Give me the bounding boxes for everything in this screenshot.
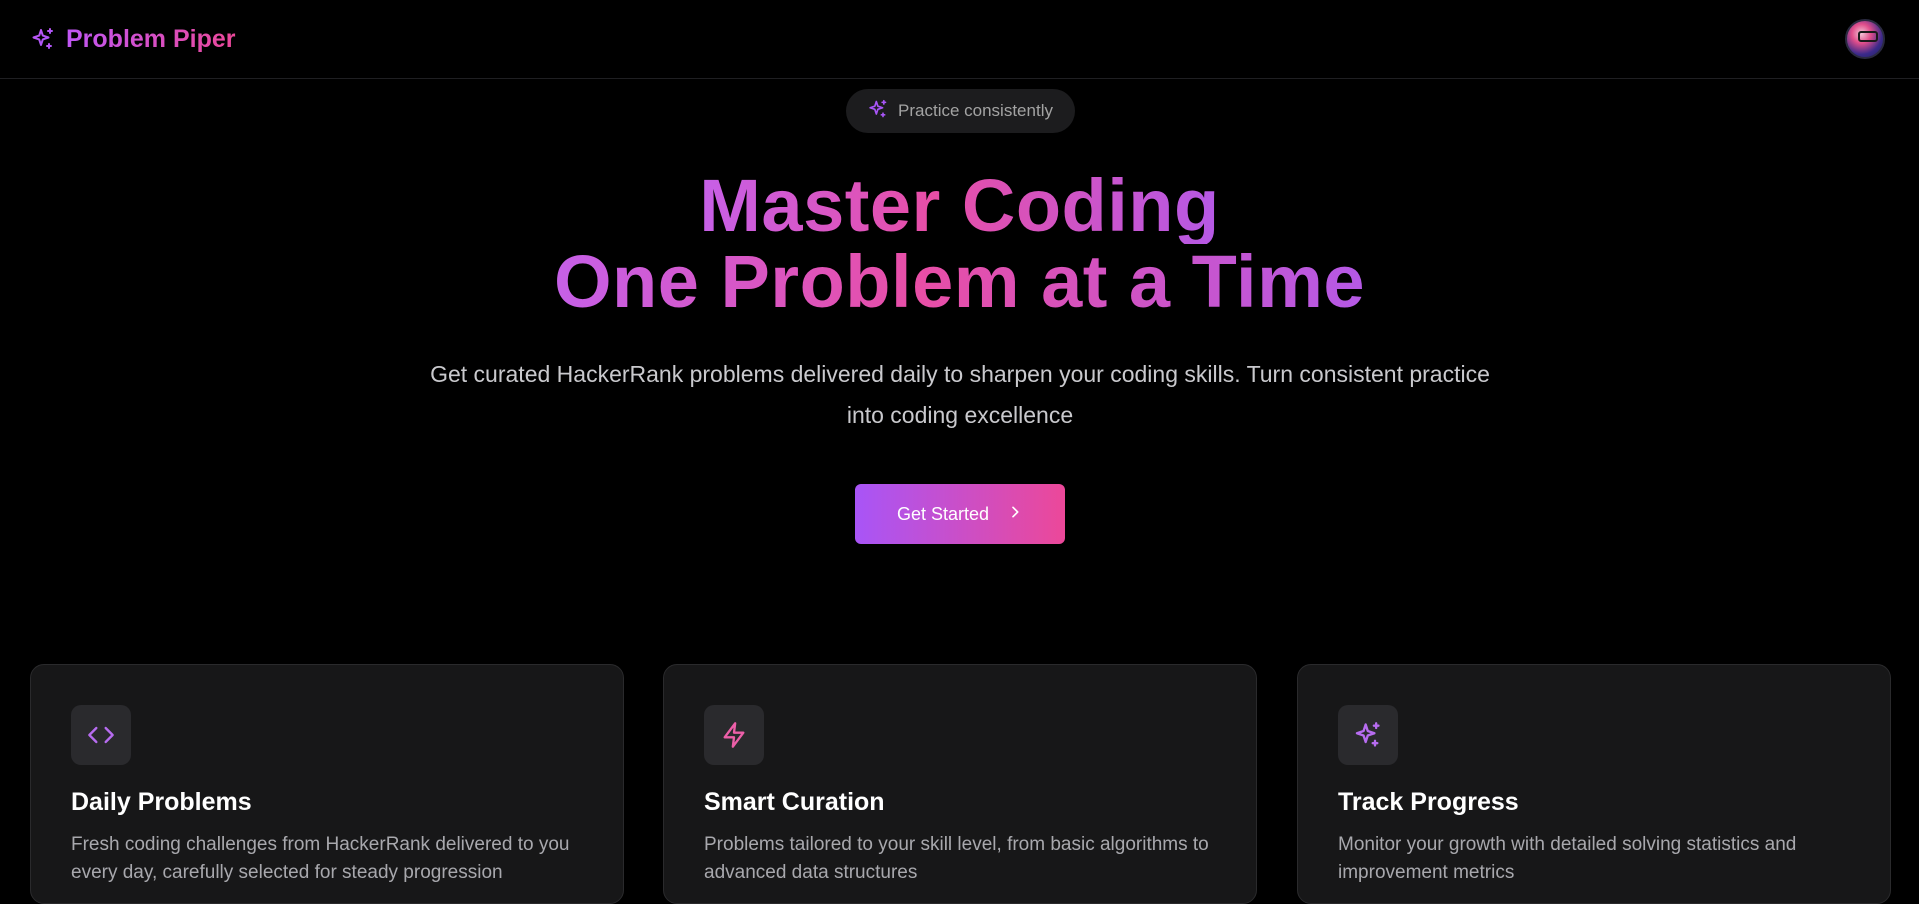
- lightning-icon: [704, 705, 764, 765]
- status-badge: Practice consistently: [846, 89, 1075, 133]
- feature-card-smart-curation: Smart Curation Problems tailored to your…: [663, 664, 1257, 904]
- feature-card-daily-problems: Daily Problems Fresh coding challenges f…: [30, 664, 624, 904]
- avatar[interactable]: [1845, 19, 1885, 59]
- brand-name: Problem Piper: [66, 24, 236, 53]
- hero-title-line-2: One Problem at a Time: [553, 240, 1366, 323]
- chevron-right-icon: [1007, 504, 1023, 525]
- feature-title: Daily Problems: [71, 788, 252, 816]
- sparkles-icon: [30, 26, 56, 52]
- top-navbar: Problem Piper: [0, 0, 1919, 79]
- hero-subtitle: Get curated HackerRank problems delivere…: [430, 361, 1490, 428]
- feature-description: Monitor your growth with detailed solvin…: [1338, 834, 1797, 883]
- sparkles-icon: [1338, 705, 1398, 765]
- hero-title-line-1: Master Coding: [699, 164, 1220, 247]
- sparkles-icon: [868, 99, 888, 124]
- feature-title: Track Progress: [1338, 788, 1519, 816]
- code-icon: [71, 705, 131, 765]
- feature-description: Fresh coding challenges from HackerRank …: [71, 834, 570, 883]
- badge-label: Practice consistently: [898, 101, 1053, 120]
- brand-logo[interactable]: Problem Piper: [30, 25, 236, 54]
- get-started-label: Get Started: [896, 503, 990, 524]
- feature-card-track-progress: Track Progress Monitor your growth with …: [1297, 664, 1891, 904]
- feature-description: Problems tailored to your skill level, f…: [704, 834, 1209, 883]
- hero-title: Master Coding One Problem at a Time: [0, 168, 1919, 320]
- get-started-button[interactable]: Get Started: [855, 484, 1065, 544]
- feature-title: Smart Curation: [704, 788, 885, 816]
